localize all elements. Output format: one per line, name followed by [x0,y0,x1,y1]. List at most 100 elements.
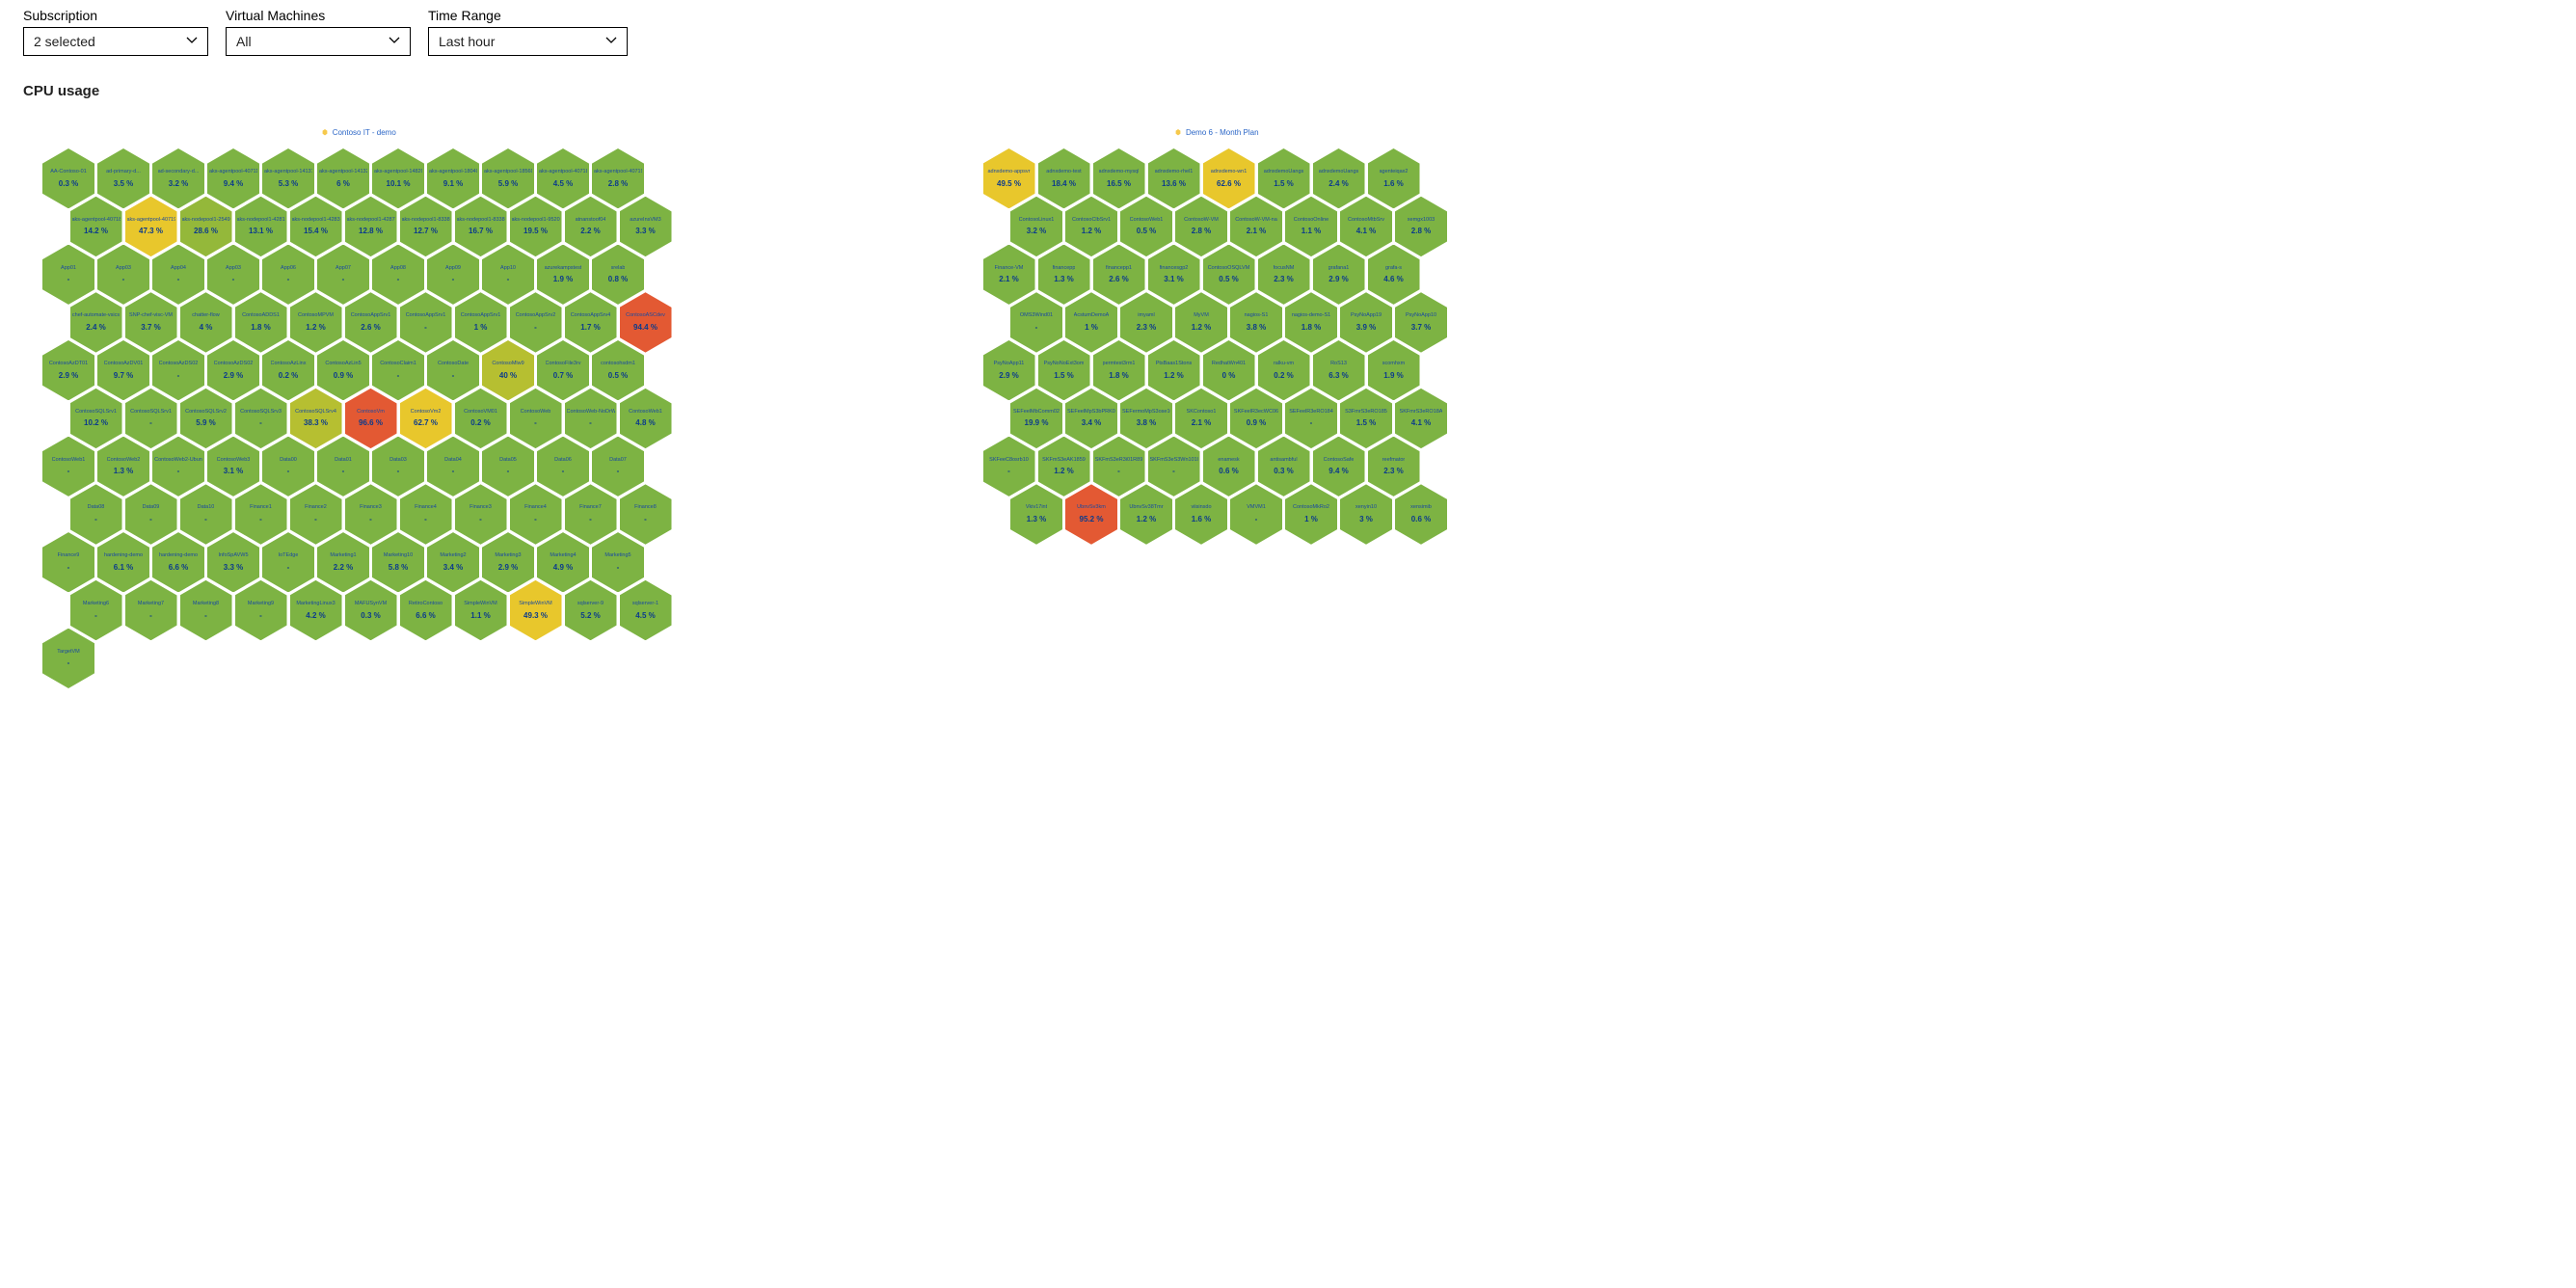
hex-cell[interactable]: ad-secondary-d...3.2 % [152,148,204,208]
hex-cell[interactable]: SEFermoMpS3ose103.8 % [1120,389,1172,448]
hex-cell[interactable]: chef-automate-vsics2.4 % [70,292,122,352]
hex-cell[interactable]: aks-agentpool-141326 % [317,148,369,208]
hex-cell[interactable]: MarketingLinux34.2 % [290,580,342,640]
hex-cell[interactable]: SKContoso12.1 % [1175,389,1227,448]
hex-cell[interactable]: Finance3- [455,484,507,544]
hex-cell[interactable]: ContosoMtbSrv4.1 % [1340,197,1392,256]
hex-cell[interactable]: ContosoAppSrv11 % [455,292,507,352]
hex-cell[interactable]: xemgx10032.8 % [1395,197,1447,256]
hex-cell[interactable]: financepp1.3 % [1038,245,1090,305]
hex-cell[interactable]: Vkiv17int1.3 % [1010,484,1062,544]
hex-cell[interactable]: adnxdemo-rhel113.6 % [1148,148,1200,208]
hex-cell[interactable]: nagios-S13.8 % [1230,292,1282,352]
hex-cell[interactable]: RedhatWn4010 % [1203,340,1255,400]
hex-cell[interactable]: ContosoWeb- [510,389,562,448]
hex-cell[interactable]: App04- [152,245,204,305]
hex-cell[interactable]: ContosoW-VM-na2.1 % [1230,197,1282,256]
hex-cell[interactable]: azureInsVM33.3 % [620,197,672,256]
hex-cell[interactable]: atnanstoof042.2 % [565,197,617,256]
hex-cell[interactable]: SEFeelMbComm0219.9 % [1010,389,1062,448]
hex-cell[interactable]: contosohsdm10.5 % [592,340,644,400]
hex-cell[interactable]: ContosoWeb1- [42,437,94,496]
hex-cell[interactable]: ContosoSQLSrv25.9 % [180,389,232,448]
hex-cell[interactable]: ContosoDate- [427,340,479,400]
hex-cell[interactable]: SEFeelMpS3bPRK0183.4 % [1065,389,1117,448]
hex-cell[interactable]: adnxdemo-mysql16.5 % [1093,148,1145,208]
hex-cell[interactable]: grafana12.9 % [1313,245,1365,305]
hex-cell[interactable]: adnxdemo-test18.4 % [1038,148,1090,208]
hex-cell[interactable]: Finance1- [235,484,287,544]
hex-cell[interactable]: adnxdemoUangs2.4 % [1313,148,1365,208]
hex-cell[interactable]: adnxdemo-wn162.6 % [1203,148,1255,208]
hex-cell[interactable]: SKFmrS3eRO18A4.1 % [1395,389,1447,448]
hex-cell[interactable]: Data07- [592,437,644,496]
hex-cell[interactable]: Finance2- [290,484,342,544]
hex-cell[interactable]: ContosoSafe9.4 % [1313,437,1365,496]
hex-cell[interactable]: sqlserver-95.2 % [565,580,617,640]
hex-cell[interactable]: viisinsdo1.6 % [1175,484,1227,544]
hex-cell[interactable]: ContosoVM010.2 % [455,389,507,448]
hex-cell[interactable]: VMVM1- [1230,484,1282,544]
hex-cell[interactable]: PtsBaas1Stons1.2 % [1148,340,1200,400]
hex-cell[interactable]: sqlserver-14.5 % [620,580,672,640]
hex-cell[interactable]: ContosoADDS11.8 % [235,292,287,352]
hex-cell[interactable]: Marketing7- [125,580,177,640]
hex-cell[interactable]: aks-nodepool1-833816.7 % [455,197,507,256]
hex-cell[interactable]: Data05- [482,437,534,496]
hex-cell[interactable]: ContosoWeb21.3 % [97,437,149,496]
hex-cell[interactable]: IoTEdge- [262,532,314,592]
hex-cell[interactable]: ContosoVm262.7 % [400,389,452,448]
hex-cell[interactable]: Finance9- [42,532,94,592]
hex-cell[interactable]: SKFmS3eS3Wn1010- [1148,437,1200,496]
hex-cell[interactable]: ContosoSQLSrv438.3 % [290,389,342,448]
hex-cell[interactable]: aks-agentpool-185605.9 % [482,148,534,208]
hex-cell[interactable]: AcstumDemoA1 % [1065,292,1117,352]
hex-cell[interactable]: Marketing32.9 % [482,532,534,592]
hex-cell[interactable]: ContosoMPVM1.2 % [290,292,342,352]
hex-cell[interactable]: Marketing8- [180,580,232,640]
hex-cell[interactable]: ContosoMlw940 % [482,340,534,400]
hex-cell[interactable]: App01- [42,245,94,305]
hex-cell[interactable]: ContosoOnline1.1 % [1285,197,1337,256]
hex-cell[interactable]: AA-Contoso-010.3 % [42,148,94,208]
hex-cell[interactable]: antisambful0.3 % [1258,437,1310,496]
hex-cell[interactable]: ContosoLinux13.2 % [1010,197,1062,256]
hex-cell[interactable]: imyaml2.3 % [1120,292,1172,352]
hex-cell[interactable]: aks-agentpool-4071947.3 % [125,197,177,256]
hex-cell[interactable]: App07- [317,245,369,305]
hex-cell[interactable]: enamesk0.6 % [1203,437,1255,496]
hex-cell[interactable]: aks-agentpool-180409.1 % [427,148,479,208]
hex-cell[interactable]: Marketing12.2 % [317,532,369,592]
hex-cell[interactable]: hardening-demo6.1 % [97,532,149,592]
hex-cell[interactable]: SKFeeC8osrb10- [983,437,1035,496]
hex-cell[interactable]: ContosoWeb10.5 % [1120,197,1172,256]
hex-cell[interactable]: ContosoAppSrv12.6 % [345,292,397,352]
hex-cell[interactable]: SKFeelR3ecWC060.9 % [1230,389,1282,448]
hex-cell[interactable]: ContosoAppSrv2- [510,292,562,352]
hex-cell[interactable]: ContosoASCdev94.4 % [620,292,672,352]
hex-cell[interactable]: MAFUSynVM0.3 % [345,580,397,640]
hex-cell[interactable]: ContosoAzDS022.9 % [207,340,259,400]
hex-cell[interactable]: ContosoAzDS02- [152,340,204,400]
hex-cell[interactable]: Marketing44.9 % [537,532,589,592]
hex-cell[interactable]: Data00- [262,437,314,496]
hex-cell[interactable]: PsyNoApp112.9 % [983,340,1035,400]
hex-cell[interactable]: grafa-s4.6 % [1368,245,1420,305]
hex-cell[interactable]: permtest3rm11.8 % [1093,340,1145,400]
hex-cell[interactable]: SKFmS3eAK18591.2 % [1038,437,1090,496]
hex-cell[interactable]: ContosoAppSrv1- [400,292,452,352]
hex-cell[interactable]: adnxdemoUangs1.5 % [1258,148,1310,208]
hex-cell[interactable]: ContosoMkRo21 % [1285,484,1337,544]
hex-cell[interactable]: ContosoWeb14.8 % [620,389,672,448]
hex-cell[interactable]: RetiroContoso6.6 % [400,580,452,640]
hex-cell[interactable]: ContosoAzLinx0.2 % [262,340,314,400]
hex-cell[interactable]: ContosoWeb33.1 % [207,437,259,496]
hex-cell[interactable]: PsyNoNoExt3om1.5 % [1038,340,1090,400]
hex-cell[interactable]: aks-nodepool1-428315.4 % [290,197,342,256]
hex-cell[interactable]: Data08- [70,484,122,544]
hex-cell[interactable]: hardening-demo6.6 % [152,532,204,592]
filter-subscription-select[interactable]: 2 selected [23,27,208,56]
hex-cell[interactable]: PsyNoApp103.7 % [1395,292,1447,352]
hex-cell[interactable]: azurekampstest1.9 % [537,245,589,305]
hex-cell[interactable]: OMS3Wind01- [1010,292,1062,352]
